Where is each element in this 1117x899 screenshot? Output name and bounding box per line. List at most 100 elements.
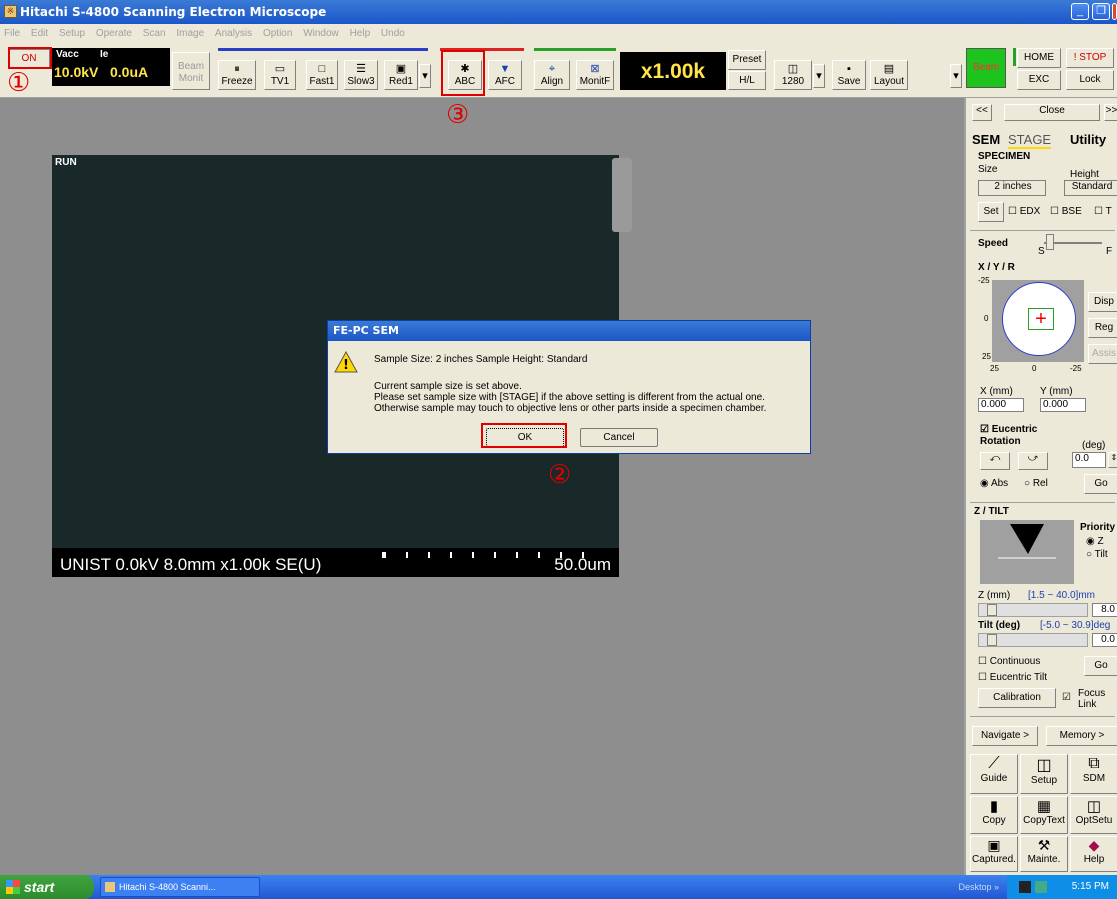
mainte-button[interactable]: ⚒ Mainte. bbox=[1020, 836, 1068, 872]
z-slider-thumb[interactable] bbox=[987, 604, 997, 616]
set-button[interactable]: Set bbox=[978, 202, 1004, 222]
y-position-field[interactable]: 0.000 bbox=[1040, 398, 1086, 412]
taskbar-item-sem[interactable]: Hitachi S-4800 Scanni... bbox=[100, 877, 260, 897]
bse-checkbox[interactable]: ☐ BSE bbox=[1050, 206, 1082, 217]
size-value-field[interactable]: 2 inches bbox=[978, 180, 1046, 196]
tray-network-icon[interactable] bbox=[1019, 881, 1031, 893]
abs-radio[interactable]: ◉ Abs bbox=[980, 478, 1008, 489]
focus-link-checkbox[interactable]: ☑ bbox=[1062, 692, 1071, 703]
tray-app-icon[interactable] bbox=[1035, 881, 1047, 893]
priority-z-radio[interactable]: ◉ Z bbox=[1086, 536, 1104, 547]
freeze-button[interactable]: ⏸ Freeze bbox=[218, 60, 256, 90]
beam-monit-button[interactable]: Beam Monit bbox=[172, 52, 210, 90]
rotate-cw-button[interactable]: ⤻ bbox=[1018, 452, 1048, 470]
reduced-icon: ▣ bbox=[395, 63, 407, 75]
menu-help[interactable]: Help bbox=[350, 28, 371, 39]
dialog-cancel-button[interactable]: Cancel bbox=[580, 428, 658, 447]
tilt-slider[interactable] bbox=[978, 633, 1088, 647]
fast1-button[interactable]: □ Fast1 bbox=[306, 60, 338, 90]
hl-button[interactable]: H/L bbox=[728, 71, 766, 90]
speed-slider-thumb[interactable] bbox=[1046, 234, 1054, 250]
magnification-display[interactable]: x1.00k bbox=[620, 52, 726, 90]
reg-button[interactable]: Reg bbox=[1088, 318, 1117, 338]
rel-radio[interactable]: ○ Rel bbox=[1024, 478, 1048, 489]
memory-button[interactable]: Memory > bbox=[1046, 726, 1117, 746]
menu-file[interactable]: File bbox=[4, 28, 20, 39]
x-position-field[interactable]: 0.000 bbox=[978, 398, 1024, 412]
copytext-icon: ▦ bbox=[1036, 798, 1052, 815]
menu-window[interactable]: Window bbox=[303, 28, 339, 39]
z-slider[interactable] bbox=[978, 603, 1088, 617]
image-side-tab[interactable] bbox=[612, 158, 632, 232]
setup-button[interactable]: ◫ Setup bbox=[1020, 754, 1068, 794]
calibration-button[interactable]: Calibration bbox=[978, 688, 1056, 708]
tab-sem[interactable]: SEM bbox=[972, 132, 1000, 147]
start-button[interactable]: start bbox=[0, 875, 94, 899]
captured-button[interactable]: ▣ Captured. bbox=[970, 836, 1018, 872]
resolution-button[interactable]: ◫ 1280 bbox=[774, 60, 812, 90]
desktop-toolbar-label[interactable]: Desktop » bbox=[958, 875, 999, 899]
maximize-button[interactable]: ❐ bbox=[1092, 3, 1110, 20]
z-value-field[interactable]: 8.0 bbox=[1092, 603, 1117, 617]
disp-button[interactable]: Disp bbox=[1088, 292, 1117, 312]
copy-button[interactable]: ▮ Copy bbox=[970, 796, 1018, 834]
rotation-spinner[interactable]: ⇕ bbox=[1108, 452, 1117, 468]
preset-button[interactable]: Preset bbox=[728, 50, 766, 70]
copytext-button[interactable]: ▦ CopyText bbox=[1020, 796, 1068, 834]
menu-analysis[interactable]: Analysis bbox=[215, 28, 252, 39]
afc-button[interactable]: ▼ AFC bbox=[488, 60, 522, 90]
menu-image[interactable]: Image bbox=[176, 28, 204, 39]
priority-tilt-radio[interactable]: ○ Tilt bbox=[1086, 549, 1108, 560]
stage-map[interactable]: + bbox=[992, 280, 1084, 362]
close-window-button[interactable] bbox=[1112, 3, 1117, 20]
help-button[interactable]: ◆ Help bbox=[1070, 836, 1117, 872]
clock[interactable]: 5:15 PM bbox=[1072, 881, 1109, 892]
save-button[interactable]: ▪ Save bbox=[832, 60, 866, 90]
menu-edit[interactable]: Edit bbox=[31, 28, 48, 39]
height-value-field[interactable]: Standard bbox=[1064, 180, 1117, 196]
t-checkbox[interactable]: ☐ T bbox=[1094, 206, 1112, 217]
optsetup-button[interactable]: ◫ OptSetu bbox=[1070, 796, 1117, 834]
menu-undo[interactable]: Undo bbox=[381, 28, 405, 39]
layout-button[interactable]: ▤ Layout bbox=[870, 60, 908, 90]
panel-nav-right-button[interactable]: >> bbox=[1104, 104, 1117, 121]
menu-operate[interactable]: Operate bbox=[96, 28, 132, 39]
red1-button[interactable]: ▣ Red1 bbox=[384, 60, 418, 90]
navigate-button[interactable]: Navigate > bbox=[972, 726, 1038, 746]
ie-label: Ie bbox=[100, 49, 109, 60]
rotate-ccw-button[interactable]: ⤺ bbox=[980, 452, 1010, 470]
rotation-go-button[interactable]: Go bbox=[1084, 474, 1117, 494]
guide-button[interactable]: ⟋ Guide bbox=[970, 754, 1018, 794]
slow3-button[interactable]: ☰ Slow3 bbox=[344, 60, 378, 90]
panel-close-button[interactable]: Close bbox=[1004, 104, 1100, 121]
x-tick-left: 25 bbox=[990, 364, 999, 373]
tilt-slider-thumb[interactable] bbox=[987, 634, 997, 646]
lock-button[interactable]: Lock bbox=[1066, 70, 1114, 90]
continuous-checkbox[interactable]: ☐ Continuous bbox=[978, 656, 1040, 667]
eucentric-checkbox[interactable]: ☑ Eucentric bbox=[980, 424, 1037, 435]
minimize-button[interactable]: _ bbox=[1071, 3, 1089, 20]
align-button[interactable]: ⌖ Align bbox=[534, 60, 570, 90]
monitf-button[interactable]: ⊠ MonitF bbox=[576, 60, 614, 90]
layout-dropdown[interactable]: ▾ bbox=[950, 64, 962, 88]
scan-dropdown[interactable]: ▾ bbox=[419, 64, 431, 88]
tab-stage[interactable]: STAGE bbox=[1008, 132, 1052, 149]
stop-button[interactable]: ! STOP bbox=[1066, 48, 1114, 68]
exc-button[interactable]: EXC bbox=[1017, 70, 1061, 90]
resolution-dropdown[interactable]: ▾ bbox=[813, 64, 825, 88]
tab-utility[interactable]: Utility bbox=[1070, 132, 1106, 147]
panel-nav-left-button[interactable]: << bbox=[972, 104, 992, 121]
ztilt-go-button[interactable]: Go bbox=[1084, 656, 1117, 676]
eucentric-tilt-checkbox[interactable]: ☐ Eucentric Tilt bbox=[978, 672, 1047, 683]
tilt-value-field[interactable]: 0.0 bbox=[1092, 633, 1117, 647]
menu-scan[interactable]: Scan bbox=[143, 28, 166, 39]
edx-checkbox[interactable]: ☐ EDX bbox=[1008, 206, 1040, 217]
sdm-button[interactable]: ⧉ SDM bbox=[1070, 754, 1117, 794]
menu-setup[interactable]: Setup bbox=[59, 28, 85, 39]
rotation-value-field[interactable]: 0.0 bbox=[1072, 452, 1106, 468]
home-button[interactable]: HOME bbox=[1017, 48, 1061, 68]
assist-button[interactable]: Assis bbox=[1088, 344, 1117, 364]
menu-option[interactable]: Option bbox=[263, 28, 292, 39]
tv1-button[interactable]: ▭ TV1 bbox=[264, 60, 296, 90]
beam-indicator[interactable]: Beam bbox=[966, 48, 1006, 88]
